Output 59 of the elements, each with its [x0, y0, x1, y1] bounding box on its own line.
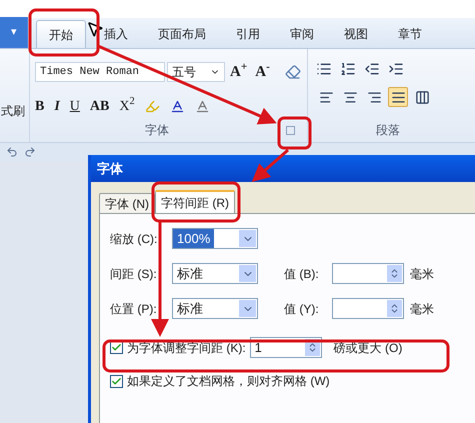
ribbon-tab[interactable]: 页面布局 [146, 20, 218, 48]
ribbon-tab[interactable]: 审阅 [278, 20, 326, 48]
font-style-button[interactable]: AB [90, 96, 110, 116]
justify-icon [390, 90, 406, 104]
dialog-tab[interactable]: 字体 (N) [99, 193, 155, 213]
ribbon-tab[interactable]: 开始 [36, 20, 86, 48]
checkbox[interactable] [110, 374, 123, 388]
format-painter-label[interactable]: 式刷 [1, 102, 29, 120]
field-label: 值 (Y): [284, 300, 320, 318]
field-label: 间距 (S): [110, 266, 158, 282]
text-shading-icon[interactable] [194, 98, 210, 114]
spacing-dropdown[interactable]: 标准 [172, 263, 258, 284]
field-label: 位置 (P): [110, 300, 158, 318]
ribbon-tab[interactable]: 视图 [332, 20, 380, 48]
scale-dropdown[interactable]: 100% [172, 228, 258, 249]
annotation-arrow [252, 148, 289, 182]
mouse-pointer-icon [86, 20, 104, 38]
font-size-button[interactable]: A$^{-}$ [252, 61, 273, 84]
highlight-frame [278, 116, 312, 150]
highlight-frame [28, 8, 100, 56]
spacing-value-field[interactable] [332, 263, 404, 284]
field-label: 值 (B): [284, 266, 320, 282]
font-color-icon[interactable] [170, 98, 185, 114]
spinner-arrows-icon [387, 265, 402, 282]
numbered-list-icon[interactable] [340, 61, 356, 77]
dialog-tab[interactable]: 字符间距 (R) [155, 190, 235, 213]
dialog-title: 字体 [97, 160, 123, 178]
decrease-indent-icon[interactable] [364, 61, 380, 77]
font-style-button[interactable]: I [54, 96, 60, 116]
suffix-label: 磅或更大 (O) [334, 340, 402, 356]
font-style-button[interactable]: B [35, 96, 44, 116]
bullet-list-icon[interactable] [316, 61, 332, 77]
eraser-icon[interactable] [284, 64, 301, 80]
checkbox-label: 如果定义了文档网格，则对齐网格 (W) [127, 373, 330, 390]
spinner-arrows-icon [387, 300, 402, 317]
undo-icon[interactable] [6, 146, 18, 158]
checkbox-label: 为字体调整字间距 (K): [127, 340, 246, 356]
columns-icon [414, 90, 430, 104]
redo-icon[interactable] [24, 146, 36, 158]
unit-label: 毫米 [410, 266, 434, 282]
align-right-icon [366, 90, 382, 104]
align-button[interactable] [388, 87, 408, 107]
align-left-icon [318, 90, 334, 104]
field-label: 缩放 (C): [110, 230, 158, 248]
ribbon-tab[interactable]: 章节 [386, 20, 434, 48]
font-name-field[interactable]: Times New Roman [35, 62, 165, 82]
group-label: 字体 [145, 122, 169, 139]
group-label: 段落 [376, 122, 401, 139]
app-menu-button[interactable]: ▾ [0, 17, 28, 48]
align-center-icon [342, 90, 358, 104]
ribbon-tab[interactable]: 引用 [224, 20, 272, 48]
font-size-button[interactable]: A$^{+}$ [227, 61, 250, 84]
unit-label: 毫米 [410, 300, 434, 318]
font-style-button[interactable]: U [70, 96, 80, 116]
font-size-field[interactable]: 五号 [167, 62, 225, 82]
position-value-field[interactable] [332, 298, 404, 319]
position-dropdown[interactable]: 标准 [172, 298, 258, 319]
increase-indent-icon[interactable] [388, 61, 404, 77]
font-style-button[interactable]: X$^{2}$ [119, 96, 135, 116]
